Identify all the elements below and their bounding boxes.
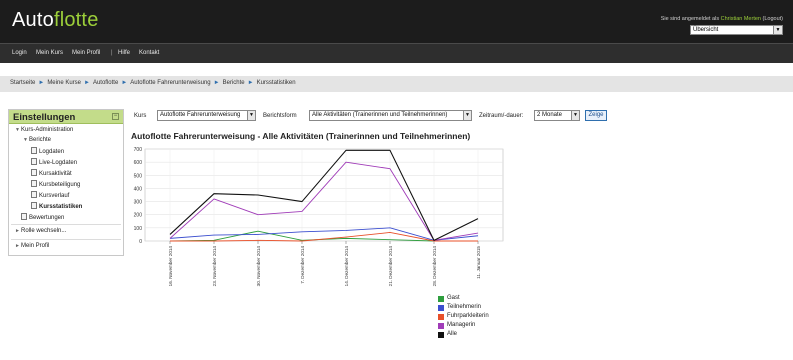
- y-tick-label: 400: [134, 186, 143, 192]
- y-tick-label: 300: [134, 200, 143, 206]
- chart-grid: [144, 148, 504, 244]
- y-axis-ticks: 0 100 200 300 400 500 600 700: [134, 147, 143, 245]
- x-axis-ticks: 16. November 2014 23. November 2014 30. No…: [168, 246, 481, 287]
- legend-swatch: [438, 314, 444, 320]
- y-tick-label: 200: [134, 213, 143, 219]
- legend-label: Teilnehmerin: [447, 304, 482, 310]
- x-tick-label: 11. Januar 2015: [476, 246, 481, 279]
- legend-swatch: [438, 323, 444, 329]
- legend-label: Alle: [447, 331, 458, 337]
- legend-swatch: [438, 305, 444, 311]
- x-tick-label: 21. Dezember 2014: [388, 246, 393, 287]
- y-tick-label: 500: [134, 173, 143, 179]
- y-tick-label: 600: [134, 160, 143, 166]
- plot-area: [144, 148, 504, 242]
- line-chart: 0 100 200 300 400 500 600 700 16. November 2014…: [134, 147, 504, 287]
- legend-swatch: [438, 332, 444, 338]
- y-tick-label: 100: [134, 226, 143, 232]
- x-tick-label: 28. Dezember 2014: [432, 246, 437, 287]
- y-tick-label: 700: [134, 147, 143, 153]
- x-tick-label: 7. Dezember 2014: [300, 246, 305, 284]
- y-tick-label: 0: [139, 239, 142, 245]
- x-tick-label: 16. November 2014: [168, 246, 173, 287]
- legend-label: Managerin: [447, 322, 476, 328]
- legend-label: Fuhrparkleiterin: [447, 313, 489, 319]
- x-tick-label: 14. Dezember 2014: [344, 246, 349, 287]
- legend-label: Gast: [447, 295, 460, 301]
- x-tick-label: 23. November 2014: [212, 246, 217, 287]
- x-tick-label: 30. November 2014: [256, 246, 261, 287]
- legend-swatch: [438, 296, 444, 302]
